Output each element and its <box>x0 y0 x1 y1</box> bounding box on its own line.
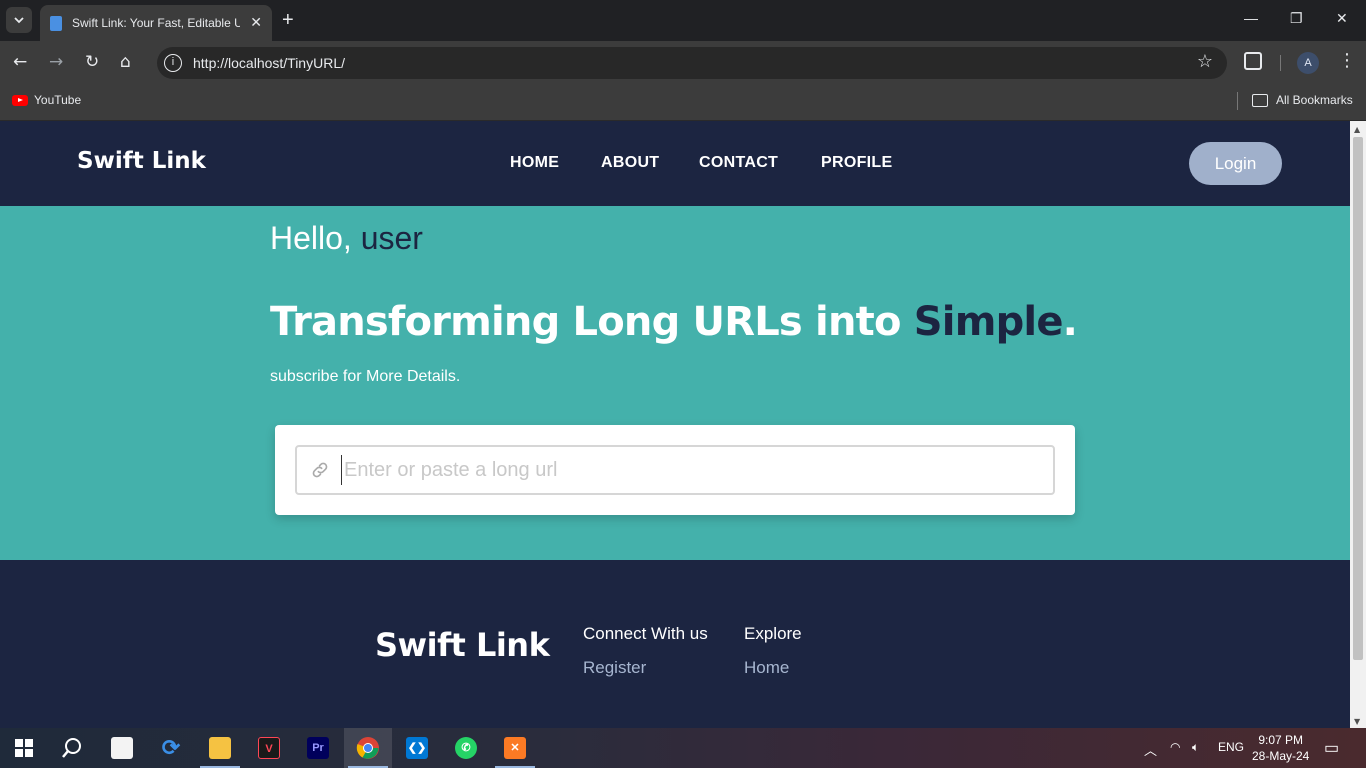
site-logo[interactable]: Swift Link <box>77 148 206 174</box>
home-icon[interactable]: ⌂ <box>120 51 131 73</box>
taskbar-file-explorer[interactable] <box>196 728 244 768</box>
footer-logo: Swift Link <box>375 626 550 664</box>
clock-time: 9:07 PM <box>1258 733 1304 747</box>
back-arrow-icon[interactable]: ← <box>13 51 27 73</box>
nav-home[interactable]: HOME <box>510 154 559 172</box>
chrome-icon <box>356 737 379 759</box>
notifications-icon[interactable]: ▭ <box>1324 738 1339 758</box>
tab-search-button[interactable] <box>6 7 32 33</box>
greeting-username: user <box>360 220 423 256</box>
url-input-field[interactable] <box>295 445 1055 495</box>
footer-register-link[interactable]: Register <box>583 658 646 678</box>
xampp-icon: ✕ <box>504 737 526 759</box>
folder-icon[interactable] <box>1252 94 1268 107</box>
footer-explore-heading: Explore <box>744 624 802 643</box>
chevron-down-icon <box>14 17 24 24</box>
browser-menu-icon[interactable]: ⋮ <box>1338 50 1356 72</box>
taskbar-vscode[interactable]: ❮❯ <box>393 728 441 768</box>
reload-icon[interactable]: ↻ <box>85 51 99 73</box>
bookmarks-bar: YouTube All Bookmarks <box>0 84 1366 121</box>
tray-overflow-chevron-icon[interactable]: ︿ <box>1144 740 1157 759</box>
taskbar-whatsapp[interactable]: ✆ <box>442 728 490 768</box>
profile-avatar[interactable]: A <box>1297 52 1319 74</box>
page-scrollbar[interactable]: ▲ ▼ <box>1350 121 1366 728</box>
browser-tabstrip: Swift Link: Your Fast, Editable UI ✕ + —… <box>0 0 1366 41</box>
nav-profile[interactable]: PROFILE <box>821 154 892 172</box>
extensions-puzzle-icon[interactable] <box>1244 52 1262 70</box>
new-tab-button[interactable]: + <box>282 9 294 31</box>
address-bar[interactable]: i http://localhost/TinyURL/ ☆ <box>157 47 1227 79</box>
scroll-up-arrow-icon[interactable]: ▲ <box>1354 125 1360 134</box>
site-header: Swift Link HOME ABOUT CONTACT PROFILE Lo… <box>0 121 1350 206</box>
sync-icon: ⟳ <box>161 735 181 760</box>
restore-button[interactable]: ❐ <box>1290 10 1303 27</box>
wifi-icon[interactable]: ◠ <box>1170 740 1180 754</box>
headline-accent: Simple <box>913 299 1064 345</box>
footer-connect-heading: Connect With us <box>583 624 708 643</box>
taskbar-search-button[interactable] <box>48 728 96 768</box>
long-url-input[interactable] <box>341 455 1041 485</box>
address-url[interactable]: http://localhost/TinyURL/ <box>193 55 345 71</box>
windows-logo-icon <box>15 739 33 757</box>
bookmarks-divider <box>1237 92 1238 110</box>
windows-taskbar: ⟳ V Pr ❮❯ ✆ ✕ ︿ ◠ 🔈︎ ENG 9:07 PM 28-May-… <box>0 728 1366 768</box>
url-shortener-card <box>275 425 1075 515</box>
hero-section: Hello, user Transforming Long URLs into … <box>0 206 1350 560</box>
headline-period: . <box>1062 299 1078 345</box>
premiere-pro-icon: Pr <box>307 737 329 759</box>
language-indicator[interactable]: ENG <box>1218 740 1244 754</box>
greeting-hello: Hello, <box>270 220 352 256</box>
login-button[interactable]: Login <box>1189 142 1282 185</box>
footer-home-link[interactable]: Home <box>744 658 789 678</box>
hero-headline: Transforming Long URLs into Simple. <box>270 299 1078 345</box>
browser-tab[interactable]: Swift Link: Your Fast, Editable UI ✕ <box>40 5 272 41</box>
taskbar-sync[interactable]: ⟳ <box>147 728 195 768</box>
page-favicon-icon <box>50 15 62 31</box>
all-bookmarks-link[interactable]: All Bookmarks <box>1276 93 1353 107</box>
toolbar-divider <box>1280 55 1281 71</box>
browser-toolbar: ← → ↻ ⌂ i http://localhost/TinyURL/ ☆ A … <box>0 41 1366 84</box>
folder-icon <box>209 737 231 759</box>
headline-text: Transforming Long URLs into <box>270 299 901 345</box>
window-close-button[interactable]: ✕ <box>1336 10 1348 27</box>
minimize-button[interactable]: — <box>1244 10 1258 26</box>
tab-close-icon[interactable]: ✕ <box>250 15 262 31</box>
taskbar-store[interactable] <box>98 728 146 768</box>
valorant-icon: V <box>258 737 280 759</box>
youtube-icon[interactable] <box>12 95 28 106</box>
forward-arrow-icon[interactable]: → <box>49 51 63 73</box>
tab-title: Swift Link: Your Fast, Editable UI <box>72 16 241 30</box>
greeting: Hello, user <box>270 220 423 257</box>
scroll-down-arrow-icon[interactable]: ▼ <box>1354 717 1360 726</box>
volume-icon[interactable]: 🔈︎ <box>1192 740 1199 755</box>
hero-subtext: subscribe for More Details. <box>270 368 461 385</box>
taskbar-premiere-pro[interactable]: Pr <box>294 728 342 768</box>
web-page: Swift Link HOME ABOUT CONTACT PROFILE Lo… <box>0 121 1350 728</box>
start-button[interactable] <box>0 728 48 768</box>
clock-date: 28-May-24 <box>1252 749 1310 763</box>
nav-about[interactable]: ABOUT <box>601 154 659 172</box>
site-footer: Swift Link Connect With us Register Expl… <box>0 560 1350 728</box>
taskbar-chrome[interactable] <box>344 728 392 768</box>
scrollbar-thumb[interactable] <box>1353 137 1363 660</box>
bookmark-star-icon[interactable]: ☆ <box>1197 51 1213 72</box>
bookmark-youtube[interactable]: YouTube <box>34 93 81 107</box>
vscode-icon: ❮❯ <box>406 737 428 759</box>
search-icon <box>62 738 81 758</box>
store-icon <box>111 737 133 759</box>
whatsapp-icon: ✆ <box>455 737 477 759</box>
nav-contact[interactable]: CONTACT <box>699 154 778 172</box>
system-clock[interactable]: 9:07 PM 28-May-24 <box>1252 732 1309 764</box>
taskbar-xampp[interactable]: ✕ <box>491 728 539 768</box>
link-icon <box>312 462 328 478</box>
taskbar-valorant[interactable]: V <box>245 728 293 768</box>
site-info-icon[interactable]: i <box>164 54 182 72</box>
